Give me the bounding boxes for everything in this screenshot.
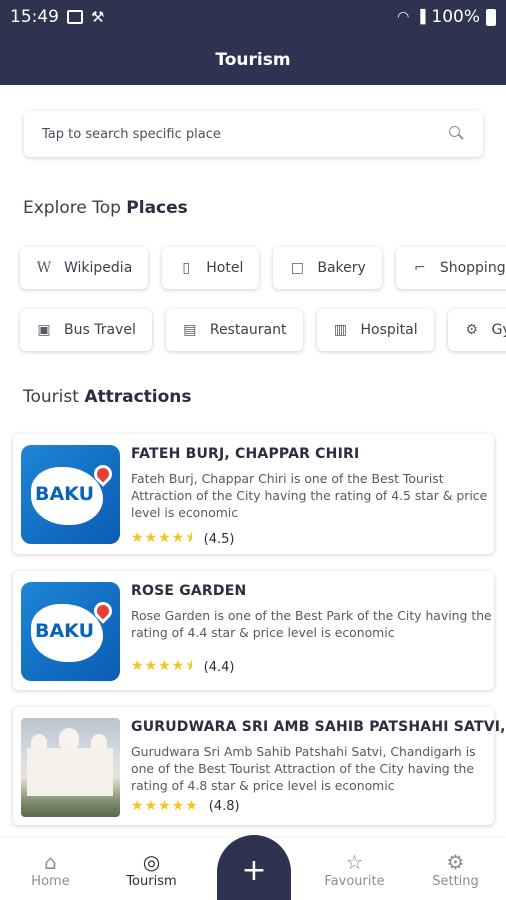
attraction-thumbnail: BAKU — [21, 582, 120, 681]
bakery-icon: □ — [290, 260, 304, 276]
signal-icon: ▐ — [415, 9, 426, 25]
briefcase-icon: ▣ — [37, 322, 51, 338]
star-rating-icon: ★★★★⯨ — [131, 530, 194, 546]
restaurant-icon: ▤ — [183, 322, 197, 338]
attraction-thumbnail — [21, 718, 120, 817]
plus-icon: + — [241, 852, 267, 888]
attraction-name: GURUDWARA SRI AMB SAHIB PATSHAHI SATVI, — [131, 719, 506, 735]
thumbnail-logo-text: BAKU — [35, 483, 95, 505]
nav-setting[interactable]: ⚙ Setting — [405, 850, 506, 889]
battery-percent: 100% — [431, 7, 480, 27]
image-notification-icon — [67, 10, 83, 24]
search-box[interactable]: Tap to search specific place — [24, 111, 483, 157]
search-placeholder: Tap to search specific place — [42, 126, 221, 142]
category-chip-shopping[interactable]: ⌐ Shopping — [395, 247, 506, 289]
home-icon: ⌂ — [44, 850, 57, 874]
attraction-card[interactable]: GURUDWARA SRI AMB SAHIB PATSHAHI SATVI, … — [13, 707, 505, 825]
attraction-rating: ★★★★★ (4.8) — [131, 798, 240, 814]
wikipedia-icon: W — [36, 260, 52, 276]
attraction-description: Gurudwara Sri Amb Sahib Patshahi Satvi, … — [131, 744, 476, 793]
attraction-rating: ★★★★⯨ (4.4) — [131, 655, 234, 679]
attraction-card[interactable]: BAKU FATEH BURJ, CHAPPAR CHIRI Fateh Bur… — [13, 434, 494, 554]
add-button[interactable]: + — [217, 835, 291, 900]
attractions-title: Tourist Attractions — [23, 387, 192, 407]
rating-value: (4.5) — [203, 531, 235, 547]
wifi-icon: ◠ — [397, 9, 410, 25]
star-rating-icon: ★★★★⯨ — [131, 658, 194, 674]
nav-tourism[interactable]: ◎ Tourism — [101, 850, 202, 889]
attraction-description: Fateh Burj, Chappar Chiri is one of the … — [131, 471, 488, 520]
compass-icon: ◎ — [142, 850, 161, 874]
category-chip-wikipedia[interactable]: W Wikipedia — [20, 247, 149, 289]
page-title: Tourism — [215, 49, 291, 70]
category-row-1: W Wikipedia ▯ Hotel □ Bakery ⌐ Shopping — [20, 247, 506, 289]
rating-value: (4.8) — [208, 798, 240, 814]
status-time: 15:49 — [10, 7, 59, 27]
category-chip-gym[interactable]: ⚙ Gy — [447, 309, 506, 351]
attraction-name: ROSE GARDEN — [131, 583, 247, 599]
category-chip-hospital[interactable]: ▥ Hospital — [316, 309, 434, 351]
wrench-notification-icon: ⚒ — [91, 8, 105, 26]
nav-favourite[interactable]: ☆ Favourite — [304, 850, 405, 889]
search-icon[interactable] — [449, 126, 465, 142]
star-rating-icon: ★★★★★ — [131, 798, 199, 814]
explore-title: Explore Top Places — [23, 198, 188, 218]
category-chip-hotel[interactable]: ▯ Hotel — [162, 247, 260, 289]
category-chip-bus-travel[interactable]: ▣ Bus Travel — [20, 309, 152, 351]
star-icon: ☆ — [345, 850, 364, 874]
nav-home[interactable]: ⌂ Home — [0, 850, 101, 889]
gym-icon: ⚙ — [465, 322, 478, 338]
status-bar: 15:49 ⚒ ◠ ▐ 100% — [0, 0, 506, 34]
attraction-thumbnail: BAKU — [21, 445, 120, 544]
attraction-rating: ★★★★⯨ (4.5) — [131, 527, 234, 551]
thumbnail-logo-text: BAKU — [35, 620, 95, 642]
category-chip-bakery[interactable]: □ Bakery — [273, 247, 382, 289]
attraction-card[interactable]: BAKU ROSE GARDEN Rose Garden is one of t… — [13, 571, 494, 690]
rating-value: (4.4) — [203, 659, 235, 675]
battery-icon — [486, 8, 496, 26]
category-chip-restaurant[interactable]: ▤ Restaurant — [165, 309, 303, 351]
hotel-icon: ▯ — [182, 260, 191, 276]
cart-icon: ⌐ — [413, 260, 426, 276]
app-bar: Tourism — [0, 34, 506, 85]
attraction-name: FATEH BURJ, CHAPPAR CHIRI — [131, 446, 360, 462]
clipboard-icon: ▥ — [333, 322, 348, 338]
attraction-description: Rose Garden is one of the Best Park of t… — [131, 608, 492, 640]
gear-icon: ⚙ — [446, 850, 465, 874]
category-row-2: ▣ Bus Travel ▤ Restaurant ▥ Hospital ⚙ G… — [20, 309, 506, 351]
